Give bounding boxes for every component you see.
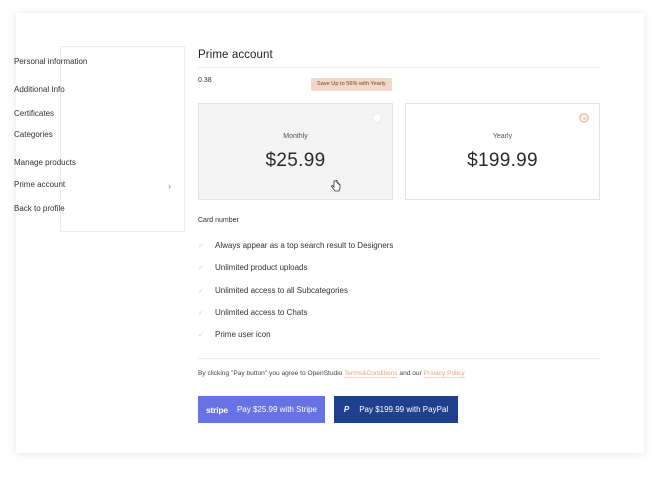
plan-card-monthly[interactable]: Monthly $25.99 [198, 103, 393, 200]
sidebar-item-manage-products[interactable]: Manage products [14, 158, 76, 167]
feature-item: ✓ Prime user icon [198, 330, 271, 339]
save-badge: Save Up to 56% with Yearly [311, 78, 392, 91]
sidebar [60, 46, 185, 232]
chevron-right-icon: › [168, 181, 171, 191]
radio-monthly[interactable] [372, 113, 382, 123]
check-icon: ✓ [198, 265, 204, 272]
sidebar-item-additional-info[interactable]: Additional Info [14, 85, 65, 94]
radio-yearly[interactable] [579, 113, 589, 123]
title-divider [198, 67, 600, 68]
card-number-label: Card number [198, 217, 239, 224]
feature-item: ✓ Unlimited access to Chats [198, 308, 308, 317]
sidebar-item-personal-information[interactable]: Personal information [14, 57, 87, 66]
sidebar-item-prime-account[interactable]: Prime account [14, 180, 65, 189]
plan-card-yearly[interactable]: Yearly $199.99 [405, 103, 600, 200]
stripe-button-label: Pay $25.99 with Stripe [236, 405, 317, 414]
hand-cursor-icon [331, 180, 341, 192]
page-title: Prime account [198, 49, 273, 61]
paypal-logo-icon: P [343, 405, 350, 414]
terms-conditions-link[interactable]: Terms&Conditions [344, 370, 398, 378]
value-text: 0.38 [198, 77, 212, 84]
pay-with-stripe-button[interactable]: stripe Pay $25.99 with Stripe [198, 396, 325, 423]
bottom-divider [198, 358, 600, 359]
stripe-logo-icon: stripe [206, 404, 228, 415]
sidebar-item-categories[interactable]: Categories [14, 130, 53, 139]
feature-item: ✓ Always appear as a top search result to… [198, 241, 394, 250]
privacy-policy-link[interactable]: Privacy Policy [423, 370, 465, 378]
paypal-button-label: Pay $199.99 with PayPal [359, 405, 449, 414]
plan-price-yearly: $199.99 [467, 150, 538, 171]
check-icon: ✓ [198, 288, 204, 295]
check-icon: ✓ [198, 243, 204, 250]
plan-name-monthly: Monthly [283, 133, 308, 140]
feature-item: ✓ Unlimited access to all Subcategories [198, 286, 348, 295]
check-icon: ✓ [198, 310, 204, 317]
check-icon: ✓ [198, 332, 204, 339]
feature-item: ✓ Unlimited product uploads [198, 263, 308, 272]
plan-name-yearly: Yearly [492, 133, 513, 140]
sidebar-item-certificates[interactable]: Certificates [14, 109, 54, 118]
terms-text: By clicking "Pay button" you agree to Op… [198, 370, 465, 378]
sidebar-item-back-to-profile[interactable]: Back to profile [14, 204, 65, 213]
pay-with-paypal-button[interactable]: P Pay $199.99 with PayPal [334, 396, 458, 423]
plan-price-monthly: $25.99 [265, 150, 326, 171]
